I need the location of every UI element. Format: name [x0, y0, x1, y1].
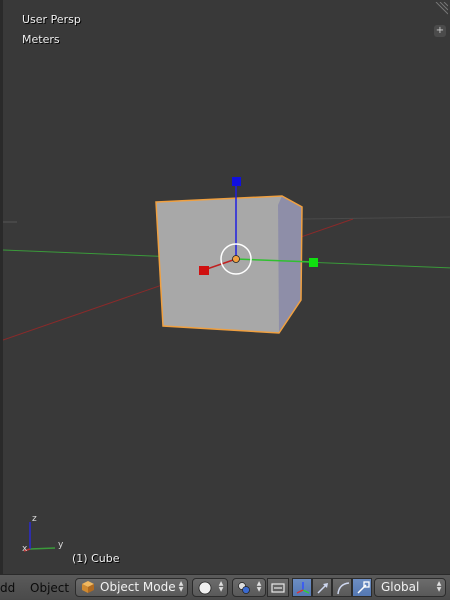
snap-icon — [271, 583, 285, 593]
3d-viewport[interactable]: z y x User Persp Meters (1) Cube + — [0, 0, 450, 574]
pivot-point-select[interactable]: ▲ ▼ — [232, 578, 266, 597]
translate-toggle[interactable] — [312, 578, 332, 597]
object-origin — [232, 255, 240, 263]
cube-object[interactable] — [155, 195, 303, 334]
y-manipulator-handle[interactable] — [309, 258, 318, 267]
updown-arrows-icon: ▲ ▼ — [178, 580, 184, 593]
object-menu[interactable]: Object — [30, 579, 69, 597]
pivot-point-icon — [238, 582, 250, 594]
rotate-toggle[interactable] — [332, 578, 352, 597]
snap-toggle[interactable] — [267, 578, 289, 597]
mini-z-label: z — [32, 514, 37, 524]
viewport-shading-select[interactable]: ▲ ▼ — [192, 578, 228, 597]
cube-side-face — [278, 196, 302, 333]
transform-orientation-select[interactable]: Global ▲ ▼ — [374, 578, 446, 597]
updown-arrows-icon: ▲ ▼ — [256, 580, 262, 593]
x-manipulator-handle[interactable] — [199, 266, 209, 275]
mini-x-label: x — [22, 544, 28, 554]
updown-arrows-icon: ▲ ▼ — [218, 580, 224, 593]
viewport-header: dd Object Object Mode ▲ ▼ ▲ ▼ ▲ ▼ Global… — [0, 574, 450, 600]
scale-toggle[interactable] — [352, 578, 372, 597]
manipulator-toggle[interactable] — [292, 578, 312, 597]
mini-y-axis — [29, 547, 56, 550]
add-menu[interactable]: dd — [0, 579, 15, 597]
orientation-select-label: Global — [381, 580, 420, 594]
mini-axes-widget: z y x — [22, 514, 64, 554]
mode-select-label: Object Mode — [100, 580, 176, 594]
properties-toggle-plus-icon[interactable]: + — [434, 25, 446, 37]
rotate-arc-icon — [337, 582, 350, 595]
units-label: Meters — [22, 33, 60, 46]
manipulator-icon — [296, 582, 310, 594]
mini-y-label: y — [58, 540, 64, 550]
area-split-grip-icon[interactable] — [434, 2, 448, 16]
translate-arrow-icon — [317, 583, 328, 594]
cube-icon — [82, 581, 94, 593]
grid-line — [302, 216, 450, 220]
scale-icon — [357, 581, 370, 594]
mode-select[interactable]: Object Mode ▲ ▼ — [75, 578, 188, 597]
z-manipulator-handle[interactable] — [232, 177, 241, 186]
solid-sphere-icon — [198, 581, 212, 595]
scene-canvas[interactable]: z y x — [3, 0, 450, 574]
object-info: (1) Cube — [72, 552, 120, 565]
view-name: User Persp — [22, 13, 81, 26]
updown-arrows-icon: ▲ ▼ — [436, 580, 442, 593]
